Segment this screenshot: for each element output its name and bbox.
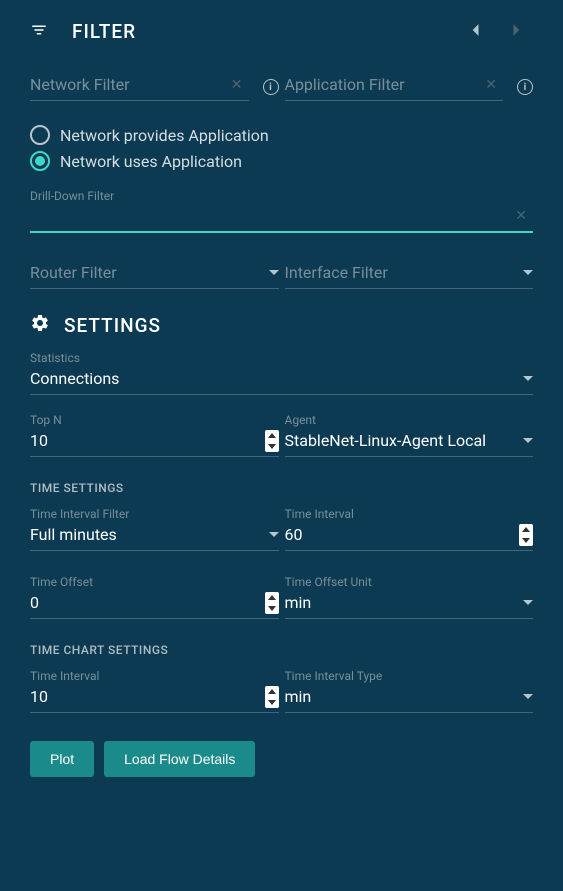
chevron-down-icon [269, 532, 279, 537]
spinner-down[interactable] [265, 603, 279, 614]
agent-value: StableNet-Linux-Agent Local [285, 431, 518, 450]
filter-mode-radio-group: Network provides Application Network use… [30, 125, 533, 171]
time-interval-filter-value: Full minutes [30, 525, 263, 544]
application-filter-label: Application Filter [285, 75, 486, 94]
clear-icon[interactable]: ✕ [515, 208, 527, 224]
statistics-value: Connections [30, 369, 517, 388]
time-interval-filter-field[interactable]: Time Interval Filter Full minutes [30, 507, 279, 551]
number-spinner[interactable] [265, 686, 279, 708]
chart-interval-type-value: min [285, 687, 518, 706]
time-interval-filter-label: Time Interval Filter [30, 507, 279, 521]
chart-interval-label: Time Interval [30, 669, 279, 683]
info-icon: i [263, 79, 279, 95]
chevron-down-icon [523, 270, 533, 275]
time-interval-value: 60 [285, 525, 516, 544]
interface-filter-label: Interface Filter [285, 263, 518, 282]
radio-icon [30, 125, 50, 145]
time-offset-value: 0 [30, 593, 261, 612]
chevron-down-icon [523, 694, 533, 699]
radio-network-provides[interactable]: Network provides Application [30, 125, 533, 145]
spinner-down[interactable] [519, 535, 533, 546]
nav-next-button[interactable] [511, 22, 523, 41]
clear-icon[interactable]: ✕ [485, 77, 497, 93]
time-chart-settings-title: TIME CHART SETTINGS [30, 643, 533, 657]
spinner-up[interactable] [265, 430, 279, 441]
spinner-up[interactable] [265, 592, 279, 603]
chart-interval-field[interactable]: Time Interval 10 [30, 669, 279, 713]
router-filter-field[interactable]: Router Filter [30, 261, 279, 289]
spinner-down[interactable] [265, 441, 279, 452]
drill-down-label: Drill-Down Filter [30, 189, 533, 203]
time-offset-unit-value: min [285, 593, 518, 612]
top-n-label: Top N [30, 413, 279, 427]
filter-title: FILTER [72, 20, 136, 43]
time-offset-field[interactable]: Time Offset 0 [30, 575, 279, 619]
chart-interval-type-label: Time Interval Type [285, 669, 534, 683]
radio-icon [30, 151, 50, 171]
chart-interval-type-field[interactable]: Time Interval Type min [285, 669, 534, 713]
clear-icon[interactable]: ✕ [231, 77, 243, 93]
router-filter-label: Router Filter [30, 263, 263, 282]
filter-icon [30, 21, 48, 43]
radio-label: Network uses Application [60, 152, 242, 171]
top-n-field[interactable]: Top N 10 [30, 413, 279, 457]
agent-field[interactable]: Agent StableNet-Linux-Agent Local [285, 413, 534, 457]
time-offset-unit-label: Time Offset Unit [285, 575, 534, 589]
number-spinner[interactable] [519, 524, 533, 546]
load-flow-details-button[interactable]: Load Flow Details [104, 741, 255, 777]
spinner-up[interactable] [519, 524, 533, 535]
statistics-label: Statistics [30, 351, 533, 365]
number-spinner[interactable] [265, 592, 279, 614]
time-interval-field[interactable]: Time Interval 60 [285, 507, 534, 551]
network-filter-info[interactable]: i [263, 73, 279, 101]
time-interval-label: Time Interval [285, 507, 534, 521]
spinner-down[interactable] [265, 697, 279, 708]
filter-header: FILTER [30, 20, 533, 43]
network-filter-field[interactable]: Network Filter ✕ [30, 73, 249, 101]
top-n-value: 10 [30, 431, 261, 450]
action-buttons: Plot Load Flow Details [30, 741, 533, 777]
time-offset-label: Time Offset [30, 575, 279, 589]
spinner-up[interactable] [265, 686, 279, 697]
number-spinner[interactable] [265, 430, 279, 452]
application-filter-info[interactable]: i [517, 73, 533, 101]
chart-interval-value: 10 [30, 687, 261, 706]
settings-header: SETTINGS [30, 313, 533, 337]
drill-down-field[interactable]: ✕ [30, 205, 533, 233]
interface-filter-field[interactable]: Interface Filter [285, 261, 534, 289]
info-icon: i [517, 79, 533, 95]
statistics-field[interactable]: Statistics Connections [30, 351, 533, 395]
time-offset-unit-field[interactable]: Time Offset Unit min [285, 575, 534, 619]
chevron-down-icon [523, 600, 533, 605]
application-filter-field[interactable]: Application Filter ✕ [285, 73, 504, 101]
plot-button[interactable]: Plot [30, 741, 94, 777]
chevron-down-icon [269, 270, 279, 275]
agent-label: Agent [285, 413, 534, 427]
time-settings-title: TIME SETTINGS [30, 481, 533, 495]
gear-icon [30, 313, 50, 337]
radio-label: Network provides Application [60, 126, 269, 145]
chevron-down-icon [523, 376, 533, 381]
chevron-down-icon [523, 438, 533, 443]
settings-title: SETTINGS [64, 314, 161, 337]
nav-prev-button[interactable] [469, 22, 481, 41]
network-filter-label: Network Filter [30, 75, 231, 94]
radio-network-uses[interactable]: Network uses Application [30, 151, 533, 171]
